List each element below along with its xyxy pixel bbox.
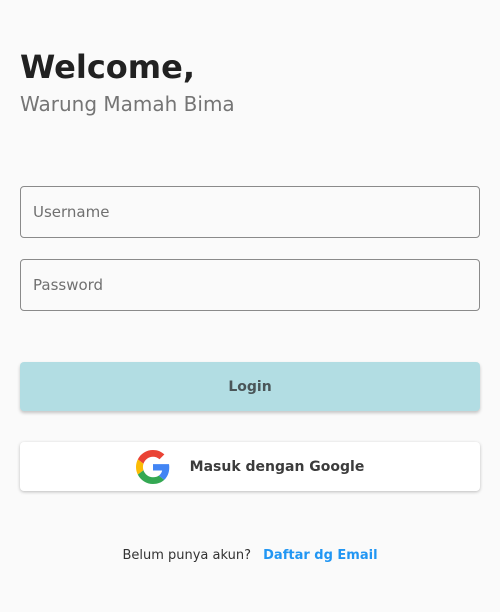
signup-row: Belum punya akun? Daftar dg Email bbox=[0, 547, 500, 565]
password-input[interactable] bbox=[21, 260, 479, 310]
google-signin-label: Masuk dengan Google bbox=[189, 458, 365, 475]
username-input[interactable] bbox=[21, 187, 479, 237]
google-signin-button[interactable]: Masuk dengan Google bbox=[20, 442, 480, 491]
signup-email-link[interactable]: Daftar dg Email bbox=[263, 548, 377, 563]
login-screen: Welcome, Warung Mamah Bima Login Masuk d… bbox=[0, 0, 500, 612]
login-button[interactable]: Login bbox=[20, 362, 480, 411]
password-field-container bbox=[20, 259, 480, 311]
signup-prompt: Belum punya akun? bbox=[122, 548, 251, 563]
google-icon bbox=[135, 449, 170, 484]
welcome-title: Welcome, bbox=[20, 48, 195, 86]
username-field-container bbox=[20, 186, 480, 238]
app-subtitle: Warung Mamah Bima bbox=[20, 92, 235, 116]
